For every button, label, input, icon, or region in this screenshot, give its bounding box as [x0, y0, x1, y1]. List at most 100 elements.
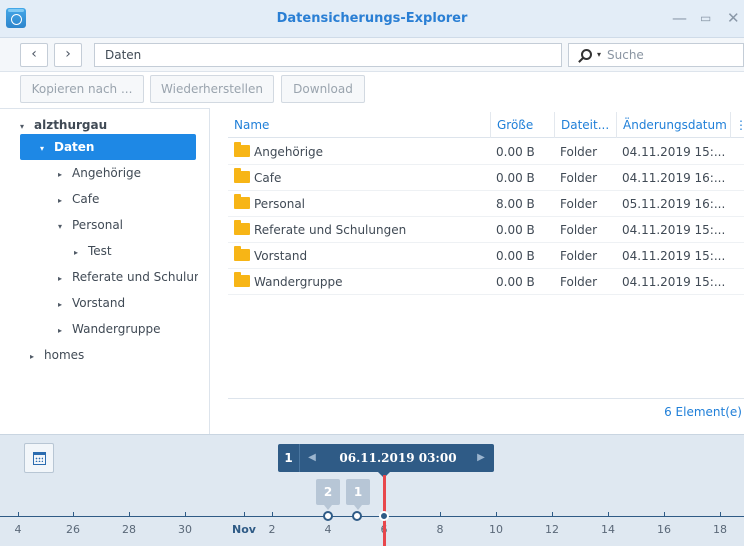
- search-input[interactable]: ▾ Suche: [568, 43, 744, 67]
- axis-tick: [18, 512, 19, 517]
- table-row[interactable]: Referate und Schulungen 0.00 B Folder 04…: [228, 217, 744, 243]
- version-badge[interactable]: 1: [346, 479, 370, 510]
- chevron-right-icon[interactable]: ▸: [58, 318, 72, 342]
- close-icon[interactable]: ✕: [727, 9, 740, 27]
- tree-item-wandergruppe[interactable]: ▸ Wandergruppe: [58, 316, 208, 342]
- modified-cell: 04.11.2019 15:...: [622, 223, 726, 237]
- restore-button[interactable]: Wiederherstellen: [150, 75, 274, 103]
- chevron-right-icon[interactable]: ▸: [58, 292, 72, 316]
- tree-item-vorstand[interactable]: ▸ Vorstand: [58, 290, 208, 316]
- back-button[interactable]: ‹: [20, 43, 48, 67]
- type-cell: Folder: [560, 223, 598, 237]
- selected-version-pill: 1 ◀ 06.11.2019 03:00 ▶: [278, 444, 494, 478]
- tree-item-label: Angehörige: [72, 166, 142, 180]
- tree-item-test[interactable]: ▸ Test: [74, 238, 208, 264]
- backup-timeline[interactable]: 1 ◀ 06.11.2019 03:00 ▶ 2 1 4 26 28 30 No…: [0, 434, 744, 546]
- version-point[interactable]: [323, 511, 333, 521]
- maximize-icon[interactable]: ▭: [700, 9, 711, 27]
- modified-cell: 04.11.2019 15:...: [622, 249, 726, 263]
- type-cell: Folder: [560, 197, 598, 211]
- chevron-right-icon[interactable]: ▸: [58, 266, 72, 290]
- axis-tick: [244, 512, 245, 517]
- next-version-button[interactable]: ▶: [472, 444, 490, 472]
- folder-icon: [234, 272, 250, 287]
- chevron-down-icon[interactable]: ▾: [58, 214, 72, 238]
- table-row[interactable]: Wandergruppe 0.00 B Folder 04.11.2019 15…: [228, 269, 744, 295]
- axis-tick: [73, 512, 74, 517]
- copy-to-button[interactable]: Kopieren nach ...: [20, 75, 144, 103]
- path-field[interactable]: Daten: [94, 43, 562, 67]
- tree-item-daten[interactable]: ▾ Daten: [20, 134, 196, 160]
- axis-tick-label: 30: [178, 523, 192, 536]
- file-name: Angehörige: [254, 145, 324, 159]
- tree-item-homes[interactable]: ▸ homes: [30, 342, 208, 368]
- size-cell: 0.00 B: [496, 275, 535, 289]
- axis-tick: [608, 512, 609, 517]
- column-header-type[interactable]: Dateit...: [554, 112, 616, 138]
- size-cell: 0.00 B: [496, 249, 535, 263]
- timeline-axis: [0, 516, 744, 517]
- modified-cell: 04.11.2019 15:...: [622, 275, 726, 289]
- modified-cell: 04.11.2019 15:...: [622, 145, 726, 159]
- download-button[interactable]: Download: [281, 75, 365, 103]
- table-row[interactable]: Cafe 0.00 B Folder 04.11.2019 16:...: [228, 165, 744, 191]
- item-count: 6 Element(e): [664, 405, 742, 419]
- file-list-header: Name Größe Dateit... Änderungsdatum ⋮: [228, 112, 744, 138]
- type-cell: Folder: [560, 275, 598, 289]
- axis-tick-label: 4: [324, 523, 332, 536]
- axis-tick: [185, 512, 186, 517]
- navigation-bar: ‹ › Daten ▾ Suche: [0, 38, 744, 72]
- tree-item-cafe[interactable]: ▸ Cafe: [58, 186, 208, 212]
- modified-cell: 05.11.2019 16:...: [622, 197, 726, 211]
- axis-tick-label: 10: [489, 523, 503, 536]
- axis-tick-label: 12: [545, 523, 559, 536]
- column-header-size[interactable]: Größe: [490, 112, 554, 138]
- chevron-right-icon[interactable]: ▸: [30, 344, 44, 368]
- name-cell: Angehörige: [228, 139, 490, 165]
- selected-version-date: 06.11.2019 03:00: [339, 451, 457, 465]
- chevron-right-icon[interactable]: ▸: [58, 162, 72, 186]
- calendar-icon: [33, 452, 46, 465]
- tree-item-angehoerige[interactable]: ▸ Angehörige: [58, 160, 208, 186]
- modified-cell: 04.11.2019 16:...: [622, 171, 726, 185]
- axis-tick: [720, 512, 721, 517]
- axis-tick-label: 2: [268, 523, 276, 536]
- chevron-down-icon[interactable]: ▾: [40, 136, 54, 160]
- axis-tick: [272, 512, 273, 517]
- axis-tick-label: 14: [601, 523, 615, 536]
- selected-version-point[interactable]: [379, 511, 389, 521]
- tree-item-personal[interactable]: ▾ Personal: [58, 212, 208, 238]
- column-menu-icon[interactable]: ⋮: [730, 112, 744, 138]
- minimize-icon[interactable]: —: [672, 9, 687, 27]
- table-row[interactable]: Vorstand 0.00 B Folder 04.11.2019 15:...: [228, 243, 744, 269]
- tree-item-referate-und-schulungen[interactable]: ▸Referate und Schulungen: [58, 264, 198, 290]
- type-cell: Folder: [560, 171, 598, 185]
- chevron-right-icon[interactable]: ▸: [58, 188, 72, 212]
- axis-tick: [440, 512, 441, 517]
- title-bar: Datensicherungs-Explorer — ▭ ✕: [0, 0, 744, 38]
- calendar-button[interactable]: [24, 443, 54, 473]
- size-cell: 0.00 B: [496, 223, 535, 237]
- file-name: Vorstand: [254, 249, 308, 263]
- column-header-modified[interactable]: Änderungsdatum: [616, 112, 730, 138]
- version-count: 1: [278, 444, 300, 472]
- table-row[interactable]: Angehörige 0.00 B Folder 04.11.2019 15:.…: [228, 139, 744, 165]
- column-header-name[interactable]: Name: [228, 112, 490, 138]
- axis-tick-label: 26: [66, 523, 80, 536]
- tree-item-label: Test: [88, 244, 112, 258]
- axis-tick-label: 18: [713, 523, 727, 536]
- axis-tick: [496, 512, 497, 517]
- size-cell: 0.00 B: [496, 145, 535, 159]
- search-options-chevron-down-icon[interactable]: ▾: [597, 44, 601, 66]
- version-point[interactable]: [352, 511, 362, 521]
- name-cell: Referate und Schulungen: [228, 217, 490, 243]
- previous-version-button[interactable]: ◀: [303, 444, 321, 472]
- version-badge[interactable]: 2: [316, 479, 340, 510]
- table-row[interactable]: Personal 8.00 B Folder 05.11.2019 16:...: [228, 191, 744, 217]
- chevron-right-icon[interactable]: ▸: [74, 240, 88, 264]
- tree-item-label: homes: [44, 348, 85, 362]
- size-cell: 8.00 B: [496, 197, 535, 211]
- axis-month-label: Nov: [232, 523, 256, 536]
- tree-item-label: Daten: [54, 140, 95, 154]
- forward-button[interactable]: ›: [54, 43, 82, 67]
